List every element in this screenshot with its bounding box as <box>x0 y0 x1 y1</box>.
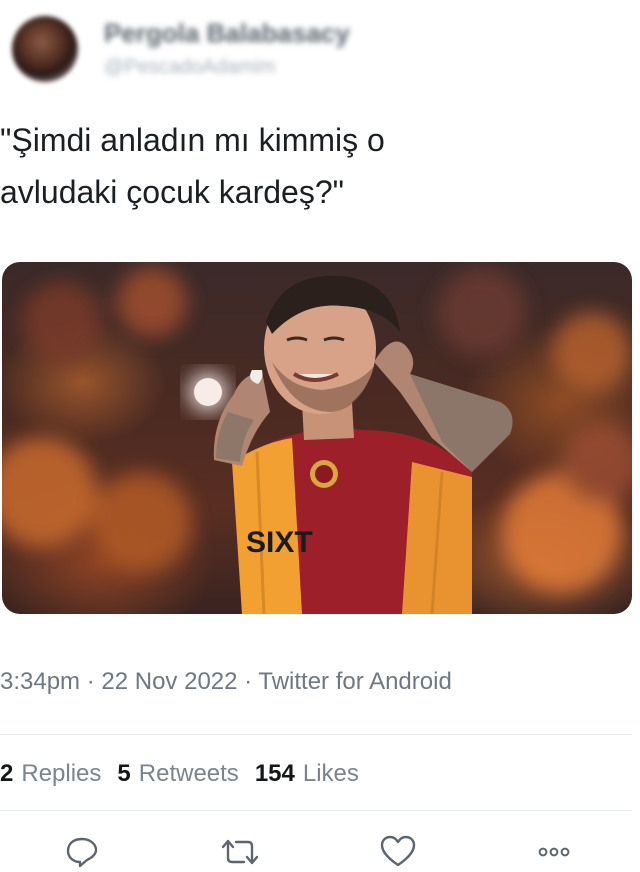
reply-button[interactable] <box>60 834 104 870</box>
jersey-sponsor: SIXT <box>246 526 313 559</box>
like-button[interactable] <box>376 834 420 870</box>
author-handle[interactable]: @PescadoAdamim <box>104 56 275 79</box>
tweet-card: Pergola Balabasacy @PescadoAdamim "Şimdi… <box>0 0 640 872</box>
tweet-timestamp[interactable]: 3:34pm · 22 Nov 2022 · Twitter for Andro… <box>0 668 452 696</box>
ellipsis-icon <box>538 847 570 857</box>
retweets-stat[interactable]: 5 Retweets <box>117 760 238 788</box>
tweet-image[interactable]: SIXT <box>2 262 632 614</box>
retweets-label: Retweets <box>138 760 239 787</box>
more-button[interactable] <box>532 834 576 870</box>
heart-icon <box>380 835 416 867</box>
likes-count: 154 <box>254 760 295 787</box>
retweet-button[interactable] <box>218 834 262 870</box>
replies-label: Replies <box>21 760 102 787</box>
replies-stat[interactable]: 2 Replies <box>0 760 101 788</box>
tweet-text: "Şimdi anladın mı kimmiş o avludaki çocu… <box>0 122 385 210</box>
divider <box>0 810 632 811</box>
avatar[interactable] <box>12 16 78 82</box>
likes-label: Likes <box>302 760 359 787</box>
likes-stat[interactable]: 154 Likes <box>255 760 359 788</box>
tweet-stats: 2 Replies 5 Retweets 154 Likes <box>0 760 375 788</box>
divider <box>0 734 632 735</box>
retweet-arrows-icon <box>221 839 259 865</box>
speech-bubble-icon <box>66 837 98 868</box>
replies-count: 2 <box>0 760 14 787</box>
author-display-name[interactable]: Pergola Balabasacy <box>104 18 350 49</box>
footballer-photo: SIXT <box>2 267 632 614</box>
retweets-count: 5 <box>117 760 131 787</box>
